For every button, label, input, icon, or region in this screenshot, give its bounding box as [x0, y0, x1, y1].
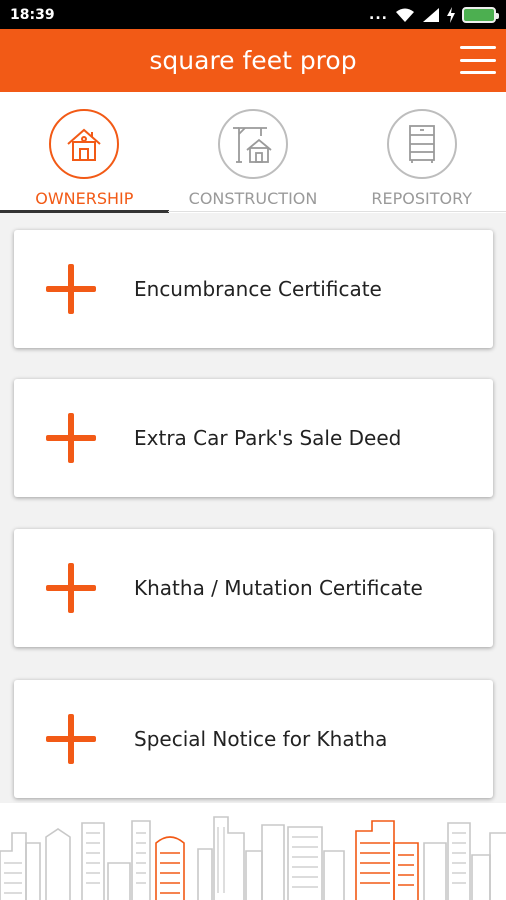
tab-icon-circle: [386, 109, 457, 179]
tab-icon-circle: [218, 109, 288, 179]
app-title: square feet prop: [149, 46, 357, 75]
charging-icon: [447, 6, 455, 23]
tab-ownership[interactable]: OWNERSHIP: [0, 92, 169, 213]
tab-label: OWNERSHIP: [35, 189, 134, 208]
plus-icon: [46, 264, 96, 314]
battery-icon: [462, 6, 499, 23]
document-label: Special Notice for Khatha: [134, 727, 388, 751]
document-label: Encumbrance Certificate: [134, 277, 382, 301]
plus-icon: [46, 714, 96, 764]
tab-bar: OWNERSHIP CONSTRUCTION REPOSITORY: [0, 92, 506, 213]
menu-line-icon: [460, 46, 496, 49]
tabs-divider: [168, 211, 506, 212]
app-bar: square feet prop: [0, 29, 506, 92]
tab-icon-circle: [49, 109, 120, 179]
cabinet-icon: [408, 125, 435, 163]
tab-label: CONSTRUCTION: [188, 189, 318, 208]
tab-repository[interactable]: REPOSITORY: [337, 92, 506, 213]
house-icon: [67, 128, 101, 161]
document-card-special-notice[interactable]: Special Notice for Khatha: [14, 680, 493, 798]
status-time: 18:39: [10, 6, 55, 23]
menu-line-icon: [460, 71, 496, 74]
city-skyline-illustration: [0, 803, 506, 900]
document-card-car-park-deed[interactable]: Extra Car Park's Sale Deed: [14, 379, 493, 497]
crane-house-icon: [233, 127, 272, 163]
notification-dots: ...: [369, 6, 388, 23]
tab-label: REPOSITORY: [371, 189, 472, 208]
wifi-icon: [396, 8, 414, 22]
plus-icon: [46, 413, 96, 463]
status-icons: ...: [369, 6, 499, 23]
document-label: Extra Car Park's Sale Deed: [134, 426, 402, 450]
menu-button[interactable]: [460, 44, 496, 76]
plus-icon: [46, 563, 96, 613]
document-list: Encumbrance Certificate Extra Car Park's…: [0, 213, 506, 803]
document-card-encumbrance[interactable]: Encumbrance Certificate: [14, 230, 493, 348]
tab-construction[interactable]: CONSTRUCTION: [169, 92, 338, 213]
skyline-icon: [0, 816, 506, 900]
status-bar: 18:39 ...: [0, 0, 506, 29]
document-label: Khatha / Mutation Certificate: [134, 576, 423, 600]
menu-line-icon: [460, 58, 496, 62]
signal-icon: [423, 7, 439, 22]
document-card-khatha-mutation[interactable]: Khatha / Mutation Certificate: [14, 529, 493, 647]
